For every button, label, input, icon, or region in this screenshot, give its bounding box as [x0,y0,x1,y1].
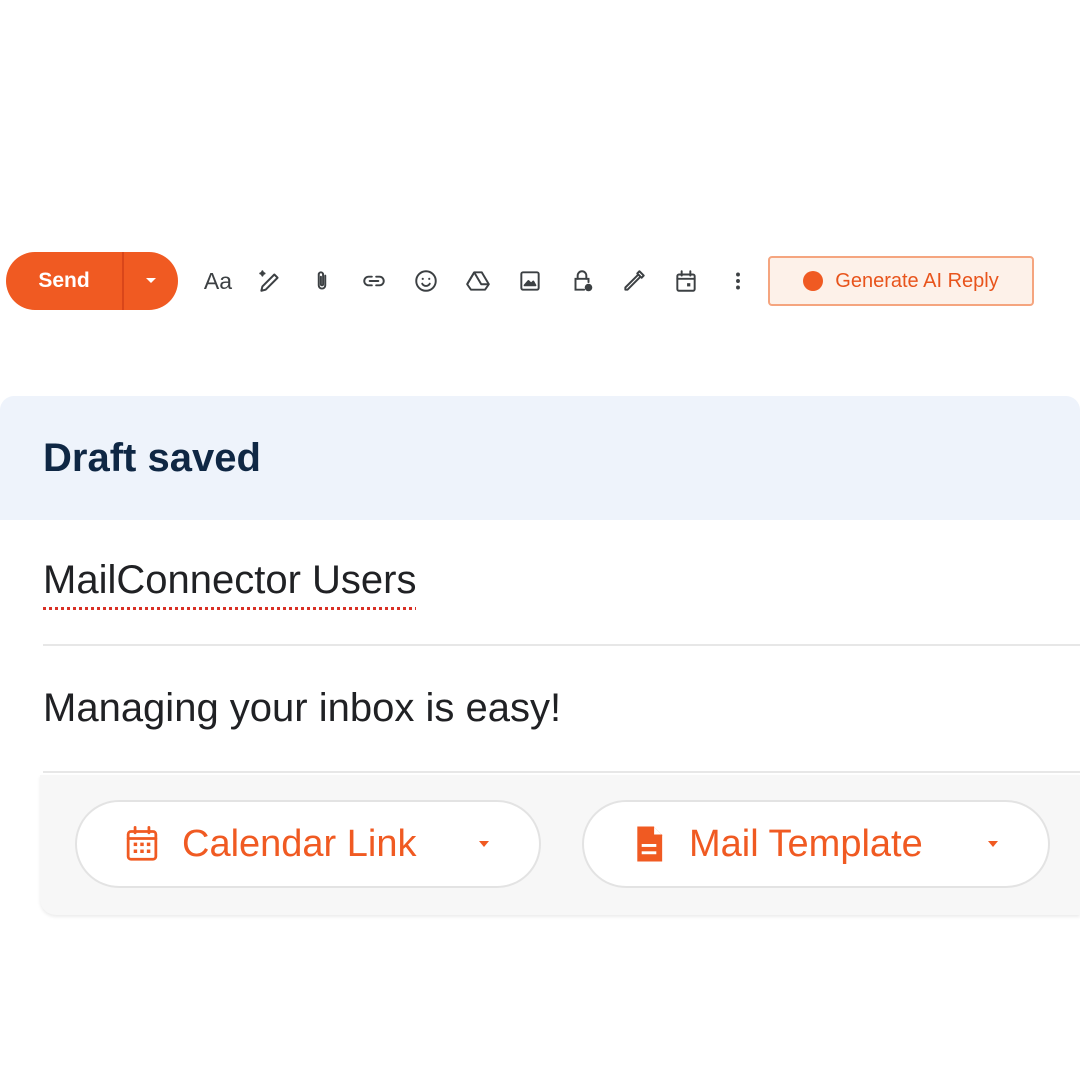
draft-status-text: Draft saved [43,435,261,480]
draft-status-banner: Draft saved [0,396,1080,520]
chevron-down-icon [988,841,998,847]
generate-ai-reply-button[interactable]: Generate AI Reply [768,256,1034,306]
send-button-group: Send [6,252,178,310]
send-button[interactable]: Send [6,252,122,310]
format-text-icon: Aa [203,267,233,294]
attach-files-button[interactable] [296,255,348,307]
calendar-link-label: Calendar Link [182,822,417,865]
document-icon [629,824,669,864]
drive-icon [466,271,490,291]
signature-pen-icon [624,270,645,291]
send-options-button[interactable] [124,252,178,310]
link-icon [363,275,385,287]
ai-button-label: Generate AI Reply [835,269,999,292]
subject-value[interactable]: Managing your inbox is easy! [43,686,561,731]
emoji-icon [415,270,437,292]
mail-template-label: Mail Template [689,822,923,865]
compose-toolbar: Send Aa [6,252,764,310]
attachment-icon [317,271,327,290]
chevron-down-icon [479,841,489,847]
image-icon [520,271,540,291]
confidential-mode-button[interactable] [556,255,608,307]
extension-chip-bar: Calendar Link Mail Template [40,775,1080,915]
ai-status-dot-icon [803,271,824,291]
insert-emoji-button[interactable] [400,255,452,307]
set-up-time-button[interactable] [660,255,712,307]
formatting-options-button[interactable]: Aa [192,255,244,307]
subject-field[interactable]: Managing your inbox is easy! [43,646,1080,773]
toolbar-icons: Aa [192,255,764,307]
recipients-value[interactable]: MailConnector Users [43,558,416,603]
recipients-field[interactable]: MailConnector Users [43,520,1080,646]
calendar-grid-icon [122,824,162,864]
insert-signature-button[interactable] [608,255,660,307]
mail-template-chip[interactable]: Mail Template [582,800,1050,888]
confidential-lock-icon [574,270,593,292]
caret-down-icon [146,278,156,283]
insert-photo-button[interactable] [504,255,556,307]
calendar-event-icon [676,270,696,292]
help-me-write-button[interactable] [244,255,296,307]
insert-drive-button[interactable] [452,255,504,307]
calendar-link-chip[interactable]: Calendar Link [75,800,541,888]
compose-window: Send Aa Generate AI Reply Draft saved Ma… [0,0,1080,1080]
more-options-button[interactable] [712,255,764,307]
magic-pen-icon [259,270,279,292]
insert-link-button[interactable] [348,255,400,307]
more-vertical-icon [736,272,740,290]
